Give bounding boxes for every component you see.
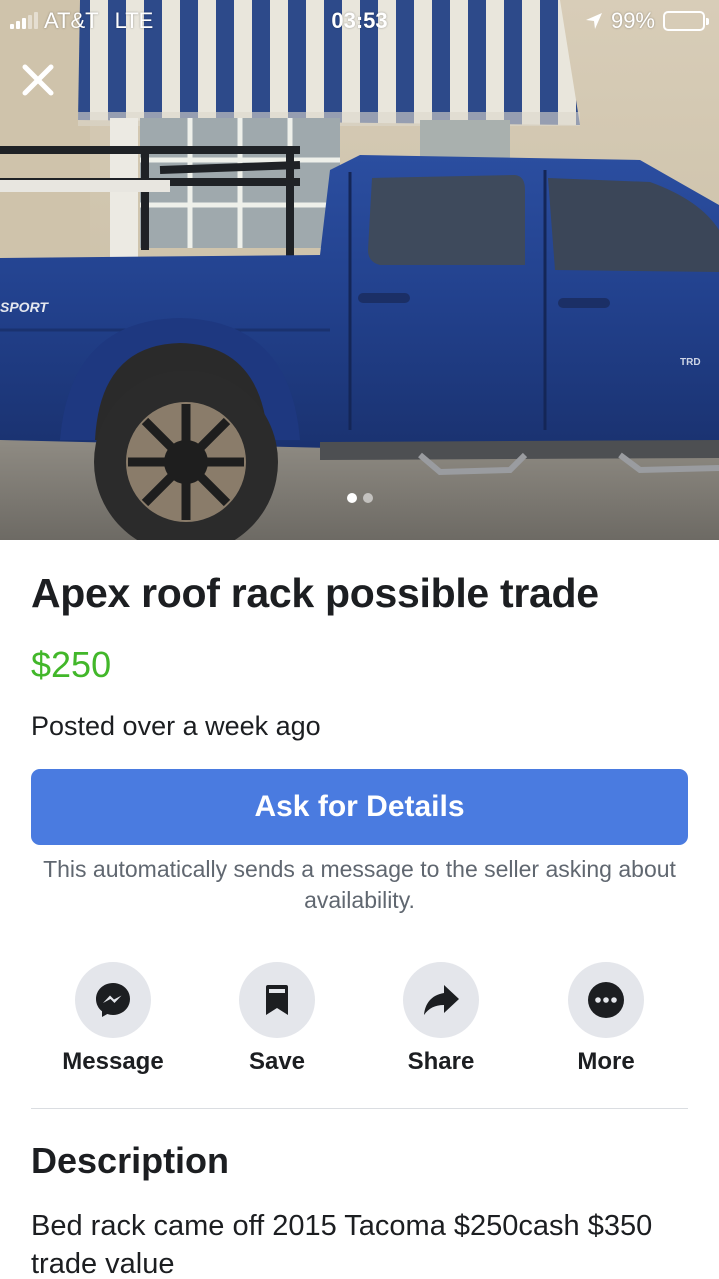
more-action-circle: [568, 962, 644, 1038]
save-action-circle: [239, 962, 315, 1038]
listing-title: Apex roof rack possible trade: [31, 570, 599, 616]
action-row: Message Save Share More: [31, 962, 688, 1082]
posted-time: Posted over a week ago: [31, 711, 321, 741]
page-dot[interactable]: [346, 493, 357, 503]
listing-price: $250: [31, 644, 112, 685]
ask-for-details-button[interactable]: Ask for Details: [31, 769, 688, 845]
listing-photo[interactable]: SPORT TRD AT&T LTE 03:53 99%: [0, 0, 719, 540]
truck-photo: SPORT TRD: [0, 0, 719, 540]
message-action-label: Message: [62, 1048, 164, 1075]
close-icon: [22, 64, 54, 96]
share-action-label: Share: [407, 1048, 475, 1075]
status-right: 99%: [585, 8, 709, 34]
photo-pagination[interactable]: [0, 493, 719, 503]
close-button[interactable]: [18, 60, 58, 100]
status-bar: AT&T LTE 03:53 99%: [0, 0, 719, 40]
more-action[interactable]: More: [536, 962, 676, 1076]
share-action[interactable]: Share: [371, 962, 511, 1076]
message-action-circle: [75, 962, 151, 1038]
description-text: Bed rack came off 2015 Tacoma $250cash $…: [31, 1210, 653, 1279]
section-divider: [31, 1108, 688, 1109]
location-icon: [585, 13, 602, 29]
message-action[interactable]: Message: [43, 962, 183, 1076]
bookmark-icon: [266, 985, 288, 1015]
ask-details-note: This automatically sends a message to th…: [43, 856, 676, 913]
messenger-icon: [96, 983, 130, 1017]
more-dots-icon: [588, 982, 624, 1018]
page-dot[interactable]: [362, 493, 373, 503]
save-action[interactable]: Save: [207, 962, 347, 1076]
more-action-label: More: [577, 1048, 635, 1075]
battery-percent: 99%: [610, 8, 655, 33]
description-heading: Description: [31, 1140, 230, 1181]
save-action-label: Save: [248, 1048, 306, 1075]
svg-text:TRD: TRD: [680, 357, 701, 368]
share-arrow-icon: [424, 985, 459, 1015]
share-action-circle: [403, 962, 479, 1038]
svg-text:SPORT: SPORT: [0, 299, 49, 315]
battery-icon: [663, 11, 709, 31]
